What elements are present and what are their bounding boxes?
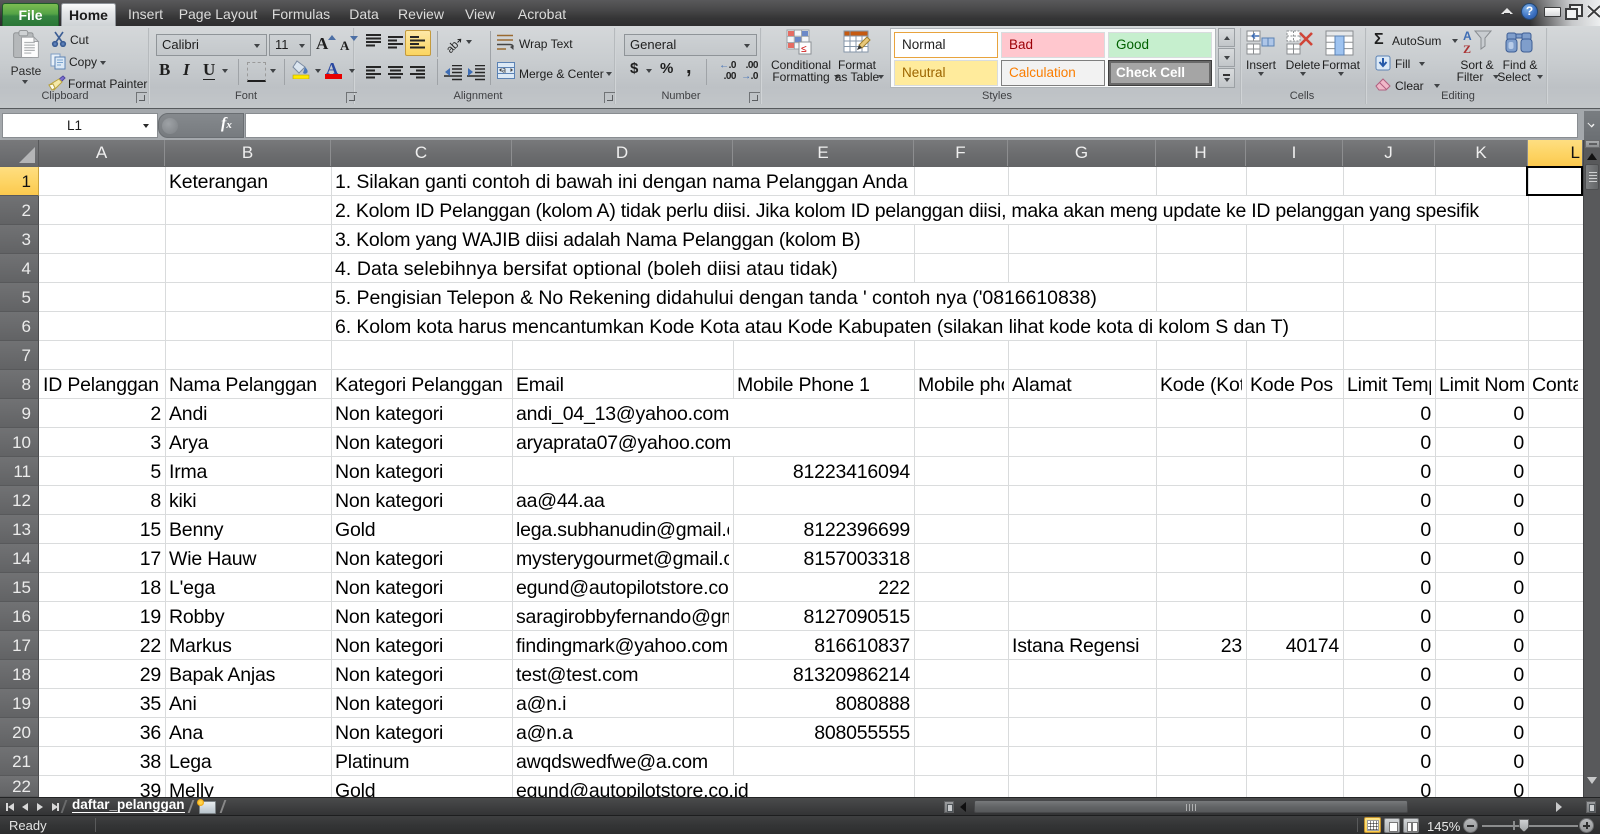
svg-text:≤: ≤ bbox=[801, 44, 807, 55]
svg-text:a: a bbox=[502, 65, 506, 75]
svg-text:A: A bbox=[1463, 29, 1472, 43]
svg-text:Z: Z bbox=[1463, 42, 1471, 56]
